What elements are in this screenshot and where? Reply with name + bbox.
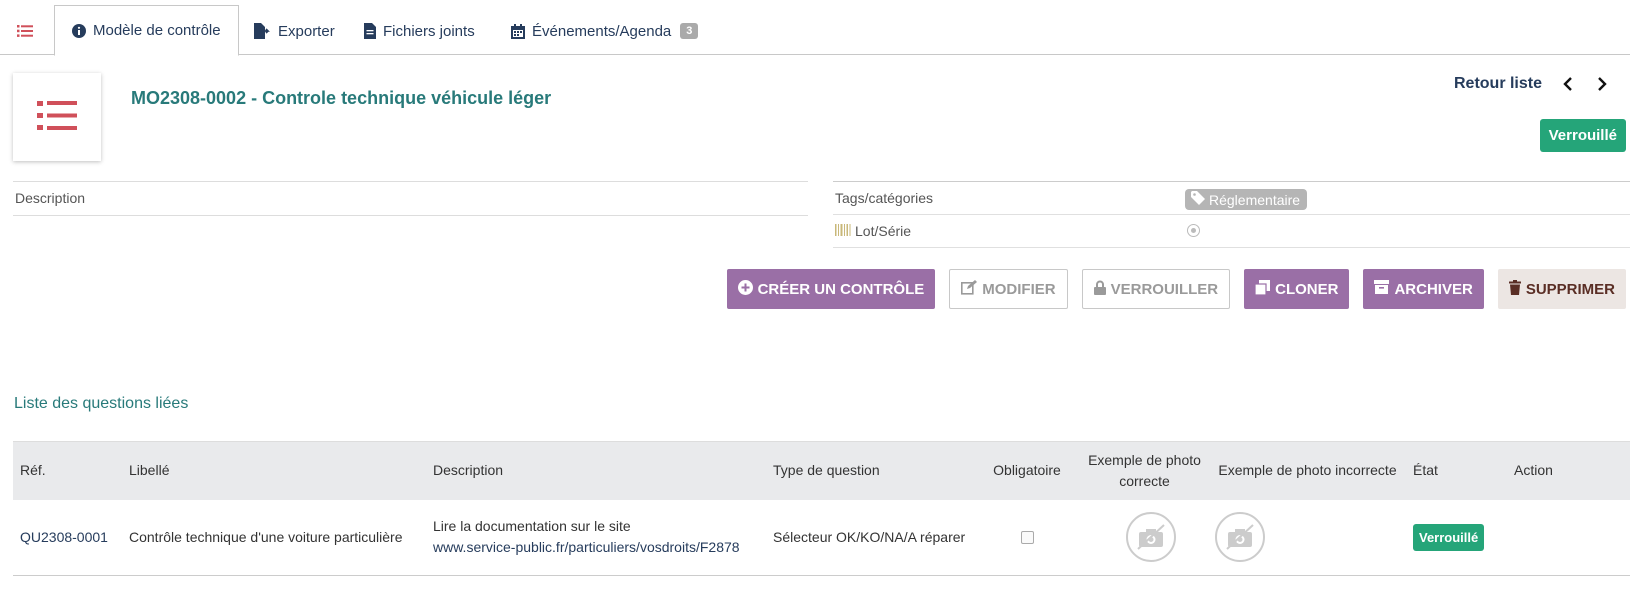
tab-exporter[interactable]: Exporter <box>253 6 335 56</box>
tab-modele-de-controle[interactable]: Modèle de contrôle <box>54 5 239 56</box>
mandatory-checkbox[interactable] <box>1020 530 1034 544</box>
column-header: Action <box>1514 462 1553 479</box>
clone-label: CLONER <box>1275 280 1339 298</box>
question-ref[interactable]: QU2308-0001 <box>13 500 122 576</box>
lot-serie-label: Lot/Série <box>855 223 912 239</box>
archive-label: ARCHIVER <box>1394 280 1473 298</box>
archive-button[interactable]: ARCHIVER <box>1363 269 1484 309</box>
trash-icon <box>1508 279 1521 299</box>
tab-label: Exporter <box>278 22 335 40</box>
chevron-left-icon[interactable] <box>1560 74 1576 94</box>
incorrect-photo-cell <box>1209 500 1406 576</box>
file-export-icon <box>253 23 271 39</box>
chevron-right-icon[interactable] <box>1594 74 1610 94</box>
description-link[interactable]: www.service-public.fr/particuliers/vosdr… <box>433 537 759 558</box>
question-description: Lire la documentation sur le site www.se… <box>426 500 766 576</box>
tab-label: Fichiers joints <box>383 22 475 40</box>
lock-icon <box>1093 280 1106 299</box>
tag-label: Réglementaire <box>1209 191 1301 208</box>
edit-icon <box>961 279 978 299</box>
questions-table: Réf. Libellé Description Type de questio… <box>13 441 1630 576</box>
tab-fichiers-joints[interactable]: Fichiers joints <box>364 6 475 56</box>
lot-serie-label-group: Lot/Série <box>835 223 911 239</box>
delete-label: SUPPRIMER <box>1525 280 1615 298</box>
tab-evenements-agenda[interactable]: Événements/Agenda 3 <box>511 6 699 56</box>
status-badge: Verrouillé <box>1413 523 1485 551</box>
clone-icon <box>1254 279 1271 299</box>
delete-button[interactable]: SUPPRIMER <box>1497 269 1626 309</box>
column-header[interactable]: Description <box>426 442 766 500</box>
column-header[interactable]: Type de question <box>766 442 974 500</box>
linked-questions-title: Liste des questions liées <box>14 395 189 412</box>
correct-photo-cell <box>1080 500 1209 576</box>
description-field: Description <box>13 181 808 216</box>
column-header[interactable]: Exemple de photo incorrecte <box>1209 442 1406 500</box>
archive-icon <box>1374 280 1390 298</box>
lock-button[interactable]: VERROUILLER <box>1081 269 1231 309</box>
event-count-badge: 3 <box>680 23 699 39</box>
tags-label: Tags/catégories <box>835 190 934 206</box>
action-cell <box>1499 500 1630 576</box>
status-cell: Verrouillé <box>1406 500 1499 576</box>
clone-button[interactable]: CLONER <box>1244 269 1350 309</box>
column-header[interactable]: Exemple de photo correcte <box>1080 442 1209 500</box>
mandatory-cell <box>974 500 1080 576</box>
create-control-button[interactable]: CRÉER UN CONTRÔLE <box>726 269 936 309</box>
no-photo-icon <box>1126 512 1176 563</box>
object-logo <box>13 73 101 161</box>
create-control-label: CRÉER UN CONTRÔLE <box>757 280 925 298</box>
tag-icon <box>1191 191 1205 208</box>
action-bar: CRÉER UN CONTRÔLE MODIFIER VERROUILLER C… <box>726 269 1626 309</box>
column-header[interactable]: État <box>1406 442 1499 500</box>
record-navigation: Retour liste <box>1454 74 1610 94</box>
page-title: MO2308-0002 - Controle technique véhicul… <box>131 88 552 108</box>
column-header[interactable]: Obligatoire <box>974 442 1080 500</box>
question-label: Contrôle technique d'une voiture particu… <box>129 528 403 545</box>
column-header[interactable]: Réf. <box>13 442 122 500</box>
table-header-row: Réf. Libellé Description Type de questio… <box>13 441 1630 500</box>
tags-row: Tags/catégories Réglementaire <box>833 182 1630 215</box>
table-row[interactable]: QU2308-0001 Contrôle technique d'une voi… <box>13 500 1630 576</box>
calendar-icon <box>511 23 525 39</box>
file-icon <box>364 23 376 39</box>
tab-label: Événements/Agenda <box>532 22 672 40</box>
tab-list[interactable] <box>17 6 33 56</box>
plus-circle-icon <box>737 279 753 299</box>
tab-label: Modèle de contrôle <box>93 22 221 39</box>
lot-serie-row: Lot/Série <box>833 215 1630 248</box>
description-label: Description <box>15 190 86 206</box>
lock-label: VERROUILLER <box>1110 280 1219 298</box>
properties-panel: Tags/catégories Réglementaire Lot/Série <box>833 181 1630 248</box>
status-badge: Verrouillé <box>1539 119 1626 152</box>
barcode-icon <box>835 223 851 239</box>
lot-serie-radio[interactable] <box>1187 224 1200 237</box>
info-circle-icon <box>72 23 86 38</box>
description-text: Lire la documentation sur le site <box>433 518 631 535</box>
back-to-list-link[interactable]: Retour liste <box>1454 75 1542 93</box>
list-icon <box>17 24 33 38</box>
modify-label: MODIFIER <box>982 280 1056 298</box>
tag-badge[interactable]: Réglementaire <box>1185 189 1308 210</box>
modify-button[interactable]: MODIFIER <box>949 269 1068 309</box>
column-header[interactable]: Libellé <box>122 442 426 500</box>
list-icon <box>37 100 77 135</box>
no-photo-icon <box>1215 512 1265 563</box>
question-type: Sélecteur OK/KO/NA/A réparer <box>773 528 966 545</box>
tab-bar: Modèle de contrôle Exporter Fichiers joi… <box>0 0 1630 56</box>
